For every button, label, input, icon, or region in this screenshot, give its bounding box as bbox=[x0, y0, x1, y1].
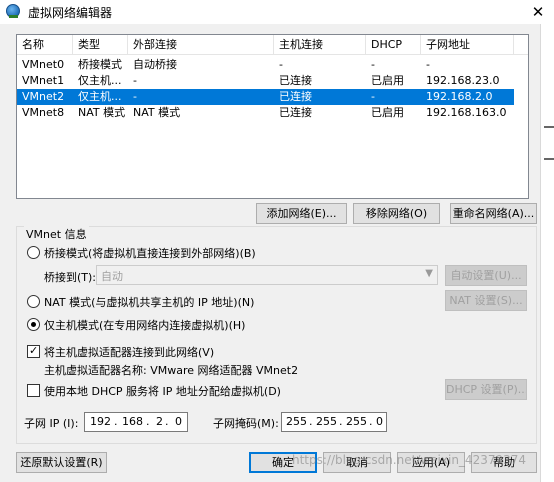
nat-mode-radio[interactable] bbox=[27, 295, 40, 308]
vmnet-info-title: VMnet 信息 bbox=[24, 226, 89, 242]
column-header-type[interactable]: 类型 bbox=[73, 35, 128, 55]
ip-octet-2: 168 bbox=[122, 415, 143, 428]
background-window-edge bbox=[540, 24, 554, 482]
cell-type: 仅主机... bbox=[78, 74, 122, 87]
cell-subnet: 192.168.23.0 bbox=[426, 74, 500, 87]
ip-octet-3: 2 bbox=[156, 415, 163, 428]
column-header-host[interactable]: 主机连接 bbox=[274, 35, 366, 55]
mask-octet-4: 0 bbox=[376, 415, 383, 428]
column-header-dhcp[interactable]: DHCP bbox=[366, 35, 421, 55]
watermark: https://blog.csdn.net/weixin_42379374 bbox=[292, 453, 527, 467]
table-row[interactable]: VMnet1 仅主机... - 已连接 已启用 192.168.23.0 bbox=[17, 73, 514, 89]
subnet-mask-label: 子网掩码(M): bbox=[213, 417, 279, 430]
chevron-down-icon: ▼ bbox=[425, 268, 433, 279]
table-row[interactable]: VMnet8 NAT 模式 NAT 模式 已连接 已启用 192.168.163… bbox=[17, 105, 514, 121]
cell-host: 已连接 bbox=[279, 90, 312, 103]
cell-external: NAT 模式 bbox=[133, 106, 181, 119]
ip-separator: . bbox=[309, 415, 313, 428]
cell-name: VMnet0 bbox=[22, 58, 65, 71]
cell-name: VMnet1 bbox=[22, 74, 65, 87]
ip-separator: . bbox=[165, 415, 169, 428]
cell-dhcp: - bbox=[371, 58, 375, 71]
connect-host-adapter-label[interactable]: 将主机虚拟适配器连接到此网络(V) bbox=[44, 344, 214, 360]
cell-name: VMnet2 bbox=[22, 90, 65, 103]
mask-octet-3: 255 bbox=[346, 415, 367, 428]
use-dhcp-label[interactable]: 使用本地 DHCP 服务将 IP 地址分配给虚拟机(D) bbox=[44, 383, 281, 399]
connect-host-adapter-checkbox[interactable] bbox=[27, 344, 40, 358]
bridge-to-label: 桥接到(T): bbox=[44, 271, 97, 284]
table-row-selected[interactable]: VMnet2 仅主机... - 已连接 - 192.168.2.0 bbox=[17, 89, 514, 105]
bridge-to-value: 自动 bbox=[101, 270, 123, 283]
bridged-mode-radio[interactable] bbox=[27, 246, 40, 259]
cell-dhcp: 已启用 bbox=[371, 106, 404, 119]
cell-external: - bbox=[133, 90, 137, 103]
ip-separator: . bbox=[114, 415, 118, 428]
table-row[interactable]: VMnet0 桥接模式 自动桥接 - - - bbox=[17, 57, 514, 73]
nat-mode-label[interactable]: NAT 模式(与虚拟机共享主机的 IP 地址)(N) bbox=[44, 294, 254, 310]
cell-host: 已连接 bbox=[279, 74, 312, 87]
cell-type: NAT 模式 bbox=[78, 106, 126, 119]
cell-subnet: 192.168.2.0 bbox=[426, 90, 493, 103]
auto-settings-button[interactable]: 自动设置(U)... bbox=[445, 265, 527, 286]
subnet-ip-input[interactable]: 192 . 168 . 2 . 0 bbox=[84, 412, 188, 432]
cell-dhcp: - bbox=[371, 90, 375, 103]
add-network-button[interactable]: 添加网络(E)... bbox=[256, 203, 347, 224]
host-only-mode-label[interactable]: 仅主机模式(在专用网络内连接虚拟机)(H) bbox=[44, 317, 245, 333]
bridge-to-select[interactable]: 自动 ▼ bbox=[96, 265, 438, 285]
bridged-mode-label[interactable]: 桥接模式(将虚拟机直接连接到外部网络)(B) bbox=[44, 245, 256, 261]
column-header-subnet[interactable]: 子网地址 bbox=[421, 35, 514, 55]
window-title: 虚拟网络编辑器 bbox=[28, 6, 113, 20]
column-header-external[interactable]: 外部连接 bbox=[128, 35, 274, 55]
list-header: 名称 类型 外部连接 主机连接 DHCP 子网地址 bbox=[17, 35, 528, 55]
cell-host: - bbox=[279, 58, 283, 71]
ip-octet-4: 0 bbox=[175, 415, 182, 428]
ip-octet-1: 192 bbox=[90, 415, 111, 428]
mask-octet-1: 255 bbox=[286, 415, 307, 428]
restore-defaults-button[interactable]: 还原默认设置(R) bbox=[16, 452, 107, 473]
ip-separator: . bbox=[369, 415, 373, 428]
rename-network-button[interactable]: 重命名网络(A)... bbox=[450, 203, 537, 224]
title-bar: 虚拟网络编辑器 ✕ bbox=[0, 0, 554, 24]
mask-octet-2: 255 bbox=[316, 415, 337, 428]
cell-dhcp: 已启用 bbox=[371, 74, 404, 87]
cell-external: 自动桥接 bbox=[133, 58, 177, 71]
ip-separator: . bbox=[339, 415, 343, 428]
use-dhcp-checkbox[interactable] bbox=[27, 384, 40, 397]
cell-type: 桥接模式 bbox=[78, 58, 122, 71]
remove-network-button[interactable]: 移除网络(O) bbox=[353, 203, 440, 224]
cell-subnet: 192.168.163.0 bbox=[426, 106, 507, 119]
cell-type: 仅主机... bbox=[78, 90, 122, 103]
host-adapter-name: 主机虚拟适配器名称: VMware 网络适配器 VMnet2 bbox=[44, 364, 299, 377]
cell-host: 已连接 bbox=[279, 106, 312, 119]
dhcp-settings-button[interactable]: DHCP 设置(P)... bbox=[445, 379, 527, 400]
nat-settings-button[interactable]: NAT 设置(S)... bbox=[445, 290, 527, 311]
subnet-mask-input[interactable]: 255 . 255 . 255 . 0 bbox=[281, 412, 387, 432]
ip-separator: . bbox=[146, 415, 150, 428]
column-header-name[interactable]: 名称 bbox=[17, 35, 73, 55]
cell-subnet: - bbox=[426, 58, 430, 71]
network-globe-icon bbox=[6, 4, 20, 18]
subnet-ip-label: 子网 IP (I): bbox=[24, 417, 79, 430]
close-button[interactable]: ✕ bbox=[522, 0, 554, 24]
cell-external: - bbox=[133, 74, 137, 87]
network-list[interactable]: 名称 类型 外部连接 主机连接 DHCP 子网地址 VMnet0 桥接模式 自动… bbox=[16, 34, 529, 199]
cell-name: VMnet8 bbox=[22, 106, 65, 119]
host-only-mode-radio[interactable] bbox=[27, 318, 40, 331]
